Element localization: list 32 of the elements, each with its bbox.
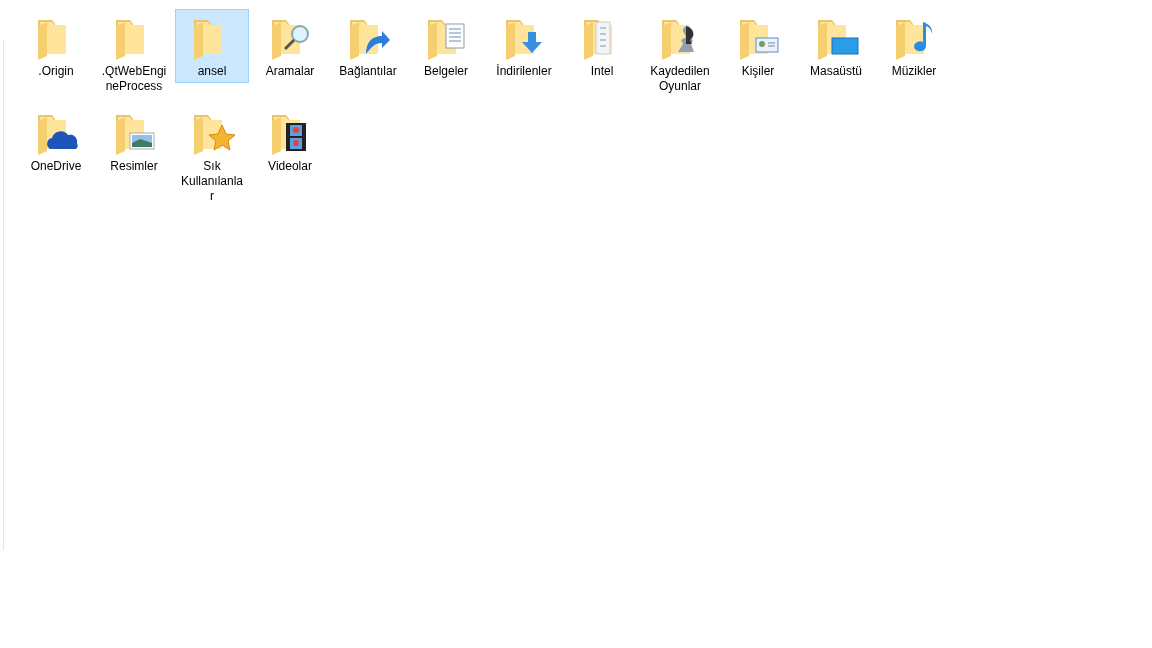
folder-label: Sık Kullanılanlar [179,159,244,204]
folder-item[interactable]: Masaüstü [799,9,873,83]
folder-label: Videolar [268,159,312,174]
folder-label: .QtWebEngineProcess [101,64,167,94]
folder-label: Aramalar [265,64,315,79]
folder-label: OneDrive [30,159,82,174]
folder-label: Masaüstü [810,64,862,79]
folder-item[interactable]: İndirilenler [487,9,561,83]
folder-item[interactable]: OneDrive [19,104,93,178]
folder-label: Bağlantılar [339,64,397,79]
folder-item[interactable]: Aramalar [253,9,327,83]
folder-label: İndirilenler [496,64,552,79]
folder-item[interactable]: .Origin [19,9,93,83]
folder-item[interactable]: Müzikler [877,9,951,83]
folder-item[interactable]: Intel [565,9,639,83]
folder-label: Müzikler [891,64,937,79]
folder-item[interactable]: .QtWebEngineProcess [97,9,171,98]
folder-item[interactable]: Belgeler [409,9,483,83]
folder-item[interactable]: Videolar [253,104,327,178]
folder-label: ansel [197,64,227,79]
folder-item[interactable]: Resimler [97,104,171,178]
folder-item[interactable]: Sık Kullanılanlar [175,104,249,208]
folder-label: Belgeler [424,64,468,79]
folder-label: .Origin [38,64,74,79]
folder-label: Kaydedilen Oyunlar [649,64,711,94]
folder-label: Intel [590,64,614,79]
folder-item[interactable]: Kaydedilen Oyunlar [643,9,717,98]
folder-item[interactable]: ansel [175,9,249,83]
folder-item[interactable]: Bağlantılar [331,9,405,83]
folder-label: Kişiler [741,64,775,79]
folder-label: Resimler [110,159,158,174]
folder-item[interactable]: Kişiler [721,9,795,83]
